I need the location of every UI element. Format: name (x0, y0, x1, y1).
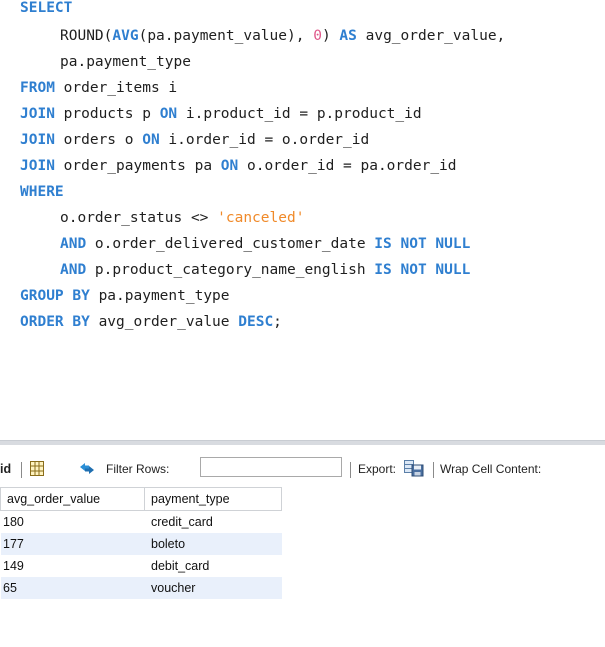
keyword-desc: DESC (238, 314, 274, 330)
sql-text: avg_order_value (89, 314, 239, 330)
sql-text: orders o (54, 132, 143, 148)
filter-rows-input[interactable] (200, 457, 342, 477)
sql-text: pa.payment_type (60, 54, 191, 70)
sql-text: o.order_status <> (60, 210, 218, 226)
keyword-from: FROM (20, 80, 55, 96)
result-grid[interactable]: avg_order_value payment_type 180 credit_… (0, 487, 282, 599)
column-header-payment-type[interactable]: payment_type (144, 487, 282, 511)
sql-editor[interactable]: SELECT ROUND(AVG(pa.payment_value), 0) A… (0, 0, 605, 430)
toolbar-divider (21, 462, 22, 478)
sql-line-9: o.order_status <> 'canceled' (60, 206, 304, 230)
column-header-avg-order-value[interactable]: avg_order_value (0, 487, 145, 511)
keyword-and: AND (60, 236, 87, 252)
string-literal: 'canceled' (217, 210, 305, 226)
cell-payment-type[interactable]: credit_card (144, 510, 282, 533)
sql-text: p.product_category_name_english (86, 262, 375, 278)
number-literal: 0 (313, 28, 322, 44)
keyword-join: JOIN (20, 132, 55, 148)
cell-payment-type[interactable]: debit_card (144, 555, 282, 577)
keyword-on: ON (142, 132, 160, 148)
wrap-cell-content-label: Wrap Cell Content: (440, 462, 542, 476)
table-row[interactable]: 149 debit_card (0, 555, 282, 577)
sql-text: o.order_id = pa.order_id (238, 158, 457, 174)
sql-line-10: AND o.order_delivered_customer_date IS N… (60, 232, 470, 256)
fn-avg: AVG (112, 28, 139, 44)
sql-text: ; (273, 314, 282, 330)
sql-line-11: AND p.product_category_name_english IS N… (60, 258, 470, 282)
cell-avg-order-value[interactable]: 149 (0, 555, 145, 577)
keyword-on: ON (220, 158, 239, 174)
cell-payment-type[interactable]: boleto (144, 533, 282, 555)
result-grid-label: id (0, 462, 12, 476)
sql-line-12: GROUP BY pa.payment_type (20, 284, 230, 308)
cell-avg-order-value[interactable]: 177 (0, 533, 145, 555)
cell-payment-type[interactable]: voucher (144, 577, 282, 599)
export-icon[interactable] (404, 460, 424, 477)
sql-text: (pa.payment_value), (138, 28, 314, 44)
keyword-and: AND (60, 262, 87, 278)
filter-rows-label: Filter Rows: (106, 462, 170, 476)
result-header-row: avg_order_value payment_type (0, 487, 282, 511)
sql-line-6: JOIN orders o ON i.order_id = o.order_id (20, 128, 369, 152)
keyword-as: AS (339, 28, 357, 44)
sql-line-4: FROM order_items i (20, 76, 177, 100)
sql-line-13: ORDER BY avg_order_value DESC; (20, 310, 282, 334)
keyword-on: ON (159, 106, 178, 122)
export-label: Export: (358, 462, 397, 476)
table-row[interactable]: 65 voucher (0, 577, 282, 599)
sql-line-2: ROUND(AVG(pa.payment_value), 0) AS avg_o… (60, 24, 505, 48)
keyword-join: JOIN (20, 106, 55, 122)
keyword-is-not-null: IS NOT NULL (374, 236, 471, 252)
refresh-icon[interactable] (78, 461, 96, 476)
keyword-order-by: ORDER BY (20, 314, 90, 330)
sql-text: i.product_id = p.product_id (177, 106, 422, 122)
table-row[interactable]: 180 credit_card (0, 510, 282, 533)
keyword-where: WHERE (20, 184, 64, 200)
keyword-select: SELECT (20, 0, 73, 16)
table-row[interactable]: 177 boleto (0, 533, 282, 555)
sql-text: i.order_id = o.order_id (159, 132, 370, 148)
toolbar-divider (350, 462, 351, 478)
sql-text: o.order_delivered_customer_date (86, 236, 375, 252)
panel-splitter[interactable] (0, 440, 605, 445)
sql-line-8: WHERE (20, 180, 64, 204)
sql-text: order_items i (54, 80, 178, 96)
keyword-group-by: GROUP BY (20, 288, 90, 304)
sql-line-1: SELECT (20, 0, 72, 20)
keyword-join: JOIN (20, 158, 55, 174)
sql-line-7: JOIN order_payments pa ON o.order_id = p… (20, 154, 457, 178)
keyword-is-not-null: IS NOT NULL (374, 262, 471, 278)
grid-layout-icon[interactable] (30, 461, 44, 476)
sql-text: products p (54, 106, 160, 122)
cell-avg-order-value[interactable]: 180 (0, 510, 145, 533)
sql-line-5: JOIN products p ON i.product_id = p.prod… (20, 102, 422, 126)
sql-text: avg_order_value, (356, 28, 506, 44)
fn-round: ROUND( (60, 28, 113, 44)
cell-avg-order-value[interactable]: 65 (0, 577, 145, 599)
sql-text: order_payments pa (54, 158, 221, 174)
result-toolbar: id Filter Rows: Export: Wrap Cell Conten… (0, 454, 605, 484)
sql-line-3: pa.payment_type (60, 50, 191, 74)
sql-text: ) (321, 28, 340, 44)
sql-text: pa.payment_type (89, 288, 230, 304)
toolbar-divider (433, 462, 434, 478)
